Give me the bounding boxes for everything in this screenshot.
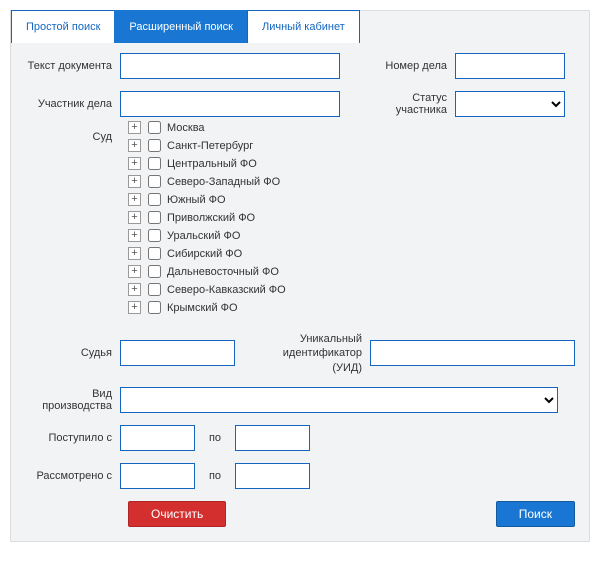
expand-icon[interactable] bbox=[128, 247, 141, 260]
case-no-input[interactable] bbox=[455, 53, 565, 79]
label-doc-text: Текст документа bbox=[25, 60, 120, 72]
court-tree-item: Северо-Западный ФО bbox=[128, 175, 575, 188]
advanced-search-form: Текст документа Номер дела Участник дела… bbox=[11, 43, 589, 541]
court-checkbox[interactable] bbox=[148, 247, 161, 260]
tab-simple-search[interactable]: Простой поиск bbox=[11, 10, 115, 43]
expand-icon[interactable] bbox=[128, 301, 141, 314]
court-tree-item: Дальневосточный ФО bbox=[128, 265, 575, 278]
judge-input[interactable] bbox=[120, 340, 235, 366]
expand-icon[interactable] bbox=[128, 175, 141, 188]
court-label: Дальневосточный ФО bbox=[167, 266, 279, 278]
label-proc-type: Вид производства bbox=[25, 388, 120, 412]
expand-icon[interactable] bbox=[128, 229, 141, 242]
court-tree-item: Южный ФО bbox=[128, 193, 575, 206]
clear-button[interactable]: Очистить bbox=[128, 501, 226, 527]
label-reviewed-from: Рассмотрено с bbox=[25, 470, 120, 482]
court-tree-item: Северо-Кавказский ФО bbox=[128, 283, 575, 296]
court-tree-item: Санкт-Петербург bbox=[128, 139, 575, 152]
court-tree: Москва Санкт-Петербург Центральный ФО Север… bbox=[128, 121, 575, 314]
label-case-no: Номер дела bbox=[360, 60, 455, 72]
court-label: Центральный ФО bbox=[167, 158, 257, 170]
expand-icon[interactable] bbox=[128, 157, 141, 170]
participant-input[interactable] bbox=[120, 91, 340, 117]
court-label: Северо-Кавказский ФО bbox=[167, 284, 286, 296]
label-received-from: Поступило с bbox=[25, 432, 120, 444]
label-received-to: по bbox=[195, 432, 235, 444]
court-tree-item: Приволжский ФО bbox=[128, 211, 575, 224]
court-checkbox[interactable] bbox=[148, 193, 161, 206]
court-checkbox[interactable] bbox=[148, 211, 161, 224]
tab-advanced-search[interactable]: Расширенный поиск bbox=[114, 10, 248, 43]
received-from-input[interactable] bbox=[120, 425, 195, 451]
tabs: Простой поиск Расширенный поиск Личный к… bbox=[11, 11, 589, 43]
proc-type-select[interactable] bbox=[120, 387, 558, 413]
court-checkbox[interactable] bbox=[148, 283, 161, 296]
label-reviewed-to: по bbox=[195, 470, 235, 482]
court-tree-item: Москва bbox=[128, 121, 575, 134]
expand-icon[interactable] bbox=[128, 121, 141, 134]
court-label: Москва bbox=[167, 122, 205, 134]
court-label: Северо-Западный ФО bbox=[167, 176, 280, 188]
search-panel: Простой поиск Расширенный поиск Личный к… bbox=[10, 10, 590, 542]
court-label: Санкт-Петербург bbox=[167, 140, 253, 152]
expand-icon[interactable] bbox=[128, 139, 141, 152]
court-label: Уральский ФО bbox=[167, 230, 240, 242]
court-tree-item: Сибирский ФО bbox=[128, 247, 575, 260]
label-court: Суд bbox=[25, 129, 120, 143]
court-label: Крымский ФО bbox=[167, 302, 238, 314]
court-label: Сибирский ФО bbox=[167, 248, 242, 260]
court-checkbox[interactable] bbox=[148, 265, 161, 278]
court-checkbox[interactable] bbox=[148, 121, 161, 134]
court-tree-item: Уральский ФО bbox=[128, 229, 575, 242]
court-tree-item: Крымский ФО bbox=[128, 301, 575, 314]
court-checkbox[interactable] bbox=[148, 229, 161, 242]
label-participant: Участник дела bbox=[25, 98, 120, 110]
participant-status-select[interactable] bbox=[455, 91, 565, 117]
tab-personal-cabinet[interactable]: Личный кабинет bbox=[247, 10, 360, 43]
expand-icon[interactable] bbox=[128, 283, 141, 296]
expand-icon[interactable] bbox=[128, 211, 141, 224]
reviewed-to-input[interactable] bbox=[235, 463, 310, 489]
court-label: Приволжский ФО bbox=[167, 212, 255, 224]
doc-text-input[interactable] bbox=[120, 53, 340, 79]
label-participant-status: Статус участника bbox=[360, 92, 455, 116]
court-checkbox[interactable] bbox=[148, 175, 161, 188]
label-judge: Судья bbox=[25, 347, 120, 359]
uid-input[interactable] bbox=[370, 340, 575, 366]
expand-icon[interactable] bbox=[128, 265, 141, 278]
expand-icon[interactable] bbox=[128, 193, 141, 206]
court-checkbox[interactable] bbox=[148, 139, 161, 152]
reviewed-from-input[interactable] bbox=[120, 463, 195, 489]
court-checkbox[interactable] bbox=[148, 301, 161, 314]
court-tree-item: Центральный ФО bbox=[128, 157, 575, 170]
label-uid: Уникальный идентификатор (УИД) bbox=[255, 332, 370, 375]
search-button[interactable]: Поиск bbox=[496, 501, 575, 527]
received-to-input[interactable] bbox=[235, 425, 310, 451]
court-checkbox[interactable] bbox=[148, 157, 161, 170]
court-label: Южный ФО bbox=[167, 194, 226, 206]
